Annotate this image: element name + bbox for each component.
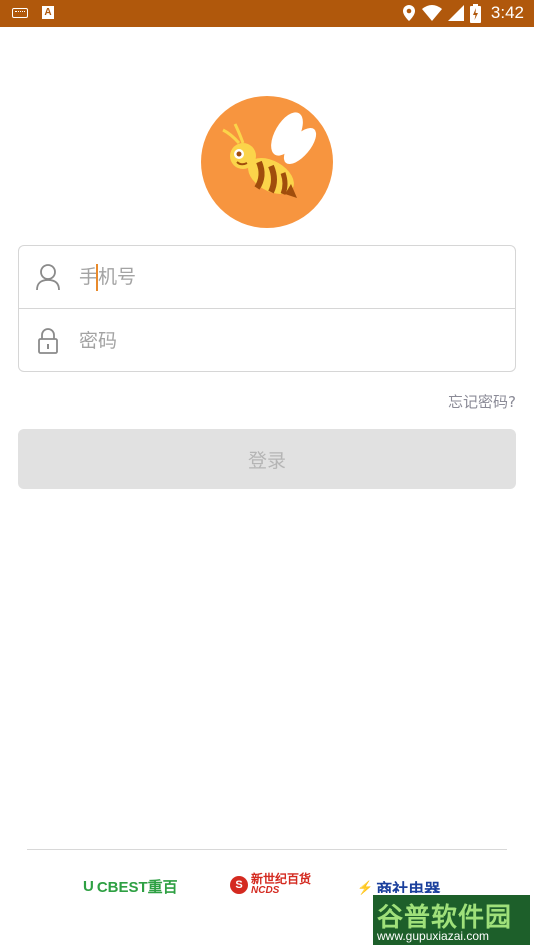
- partner-ncds-logo: S 新世纪百货 NCDS: [230, 873, 311, 896]
- wifi-icon: [421, 5, 442, 21]
- password-row: [19, 309, 515, 372]
- user-icon: [36, 264, 60, 291]
- login-form: [18, 245, 516, 372]
- clock: 3:42: [490, 3, 524, 22]
- lock-icon: [38, 327, 58, 354]
- footer-divider: [27, 849, 507, 850]
- forgot-password-link[interactable]: 忘记密码?: [448, 391, 516, 412]
- password-input[interactable]: [77, 329, 477, 352]
- battery-charging-icon: [469, 3, 481, 23]
- status-bar: A 3:42: [0, 0, 534, 27]
- phone-row: [19, 246, 515, 309]
- a-notification-icon: A: [42, 6, 54, 19]
- ncds-mark-icon: S: [230, 876, 248, 894]
- app-logo-bee: [201, 96, 333, 228]
- partner-cbest-logo: U CBEST重百: [83, 878, 178, 896]
- cbest-mark-icon: U: [83, 878, 94, 895]
- watermark: 谷普软件园 www.gupuxiazai.com: [371, 893, 532, 947]
- login-button[interactable]: 登录: [18, 429, 516, 489]
- phone-input[interactable]: [77, 266, 477, 288]
- location-icon: [402, 5, 415, 21]
- keyboard-icon: [12, 7, 28, 18]
- text-cursor: [96, 264, 98, 291]
- signal-icon: [447, 5, 464, 21]
